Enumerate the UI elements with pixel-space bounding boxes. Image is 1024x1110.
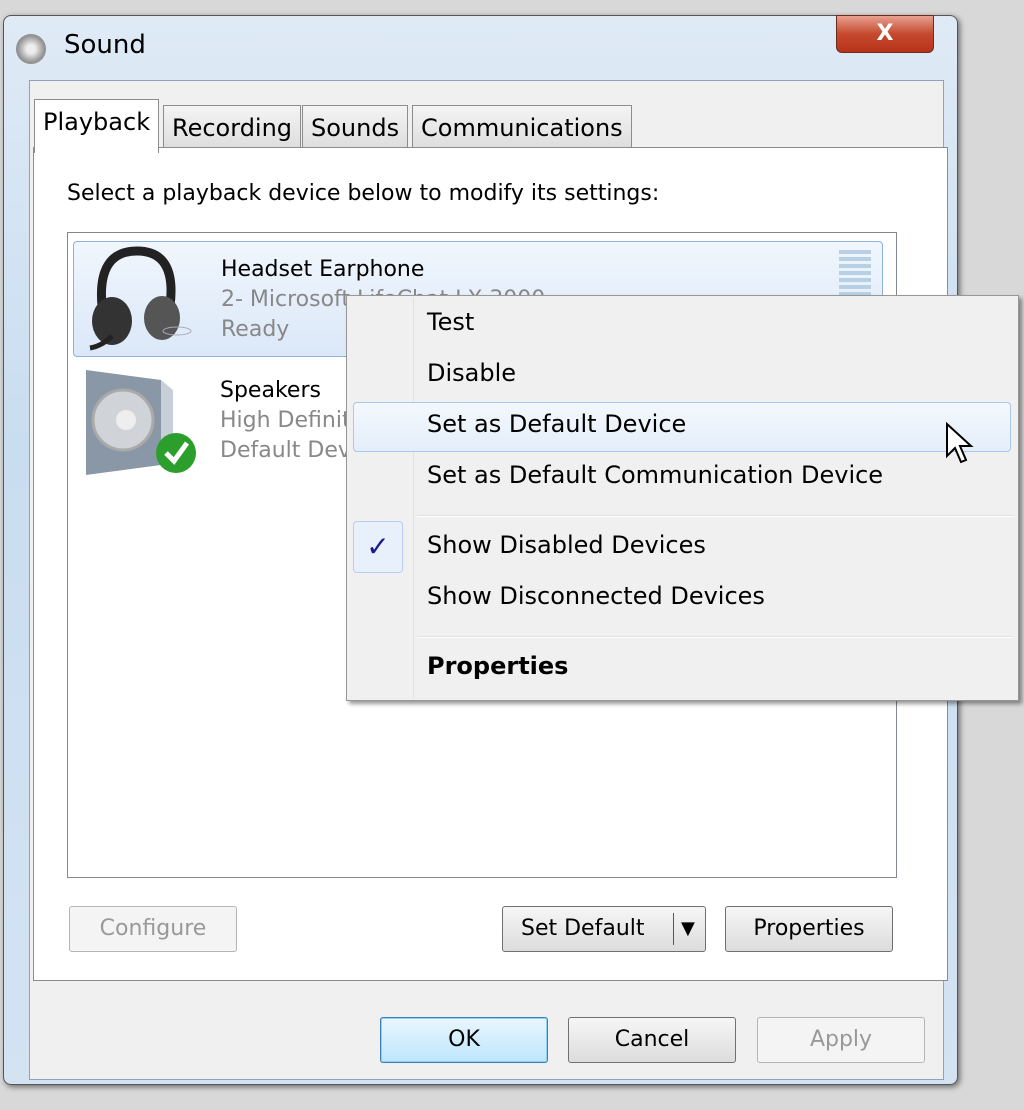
close-button[interactable]: X [836,15,934,53]
sound-app-icon [16,34,46,64]
tab-communications[interactable]: Communications [412,105,632,151]
device-name: Headset Earphone [221,257,425,282]
menu-separator [417,515,1013,517]
apply-button[interactable]: Apply [757,1017,925,1063]
context-menu: Test Disable Set as Default Device Set a… [346,295,1019,701]
speaker-icon [86,370,196,475]
checkmark-icon: ✓ [353,521,403,573]
device-name: Speakers [220,378,321,403]
set-default-label: Set Default [521,916,645,941]
mouse-cursor-icon [946,422,974,464]
default-check-icon [156,433,196,473]
instruction-text: Select a playback device below to modify… [67,181,660,206]
tab-recording[interactable]: Recording [163,105,302,151]
tab-playback[interactable]: Playback [34,99,160,153]
volume-meter [839,250,871,300]
dropdown-arrow-icon[interactable]: ▼ [681,907,695,951]
menu-item-show-disconnected[interactable]: Show Disconnected Devices [427,582,765,610]
menu-separator [417,636,1013,638]
menu-item-show-disabled[interactable]: Show Disabled Devices [427,531,706,559]
menu-item-properties[interactable]: Properties [427,652,568,680]
device-status: Ready [221,317,290,342]
split-divider [673,913,674,945]
ok-button[interactable]: OK [380,1017,548,1063]
menu-gutter [413,298,414,698]
tab-sounds[interactable]: Sounds [302,105,409,151]
properties-button[interactable]: Properties [725,906,893,952]
cancel-button[interactable]: Cancel [568,1017,736,1063]
configure-button[interactable]: Configure [69,906,237,952]
headset-icon [89,246,192,351]
menu-item-set-default-device[interactable]: Set as Default Device [427,410,686,438]
menu-item-set-default-communication[interactable]: Set as Default Communication Device [427,461,883,489]
menu-item-test[interactable]: Test [427,308,474,336]
menu-item-disable[interactable]: Disable [427,359,516,387]
set-default-button[interactable]: Set Default ▼ [502,906,706,952]
window-title: Sound [64,30,146,60]
